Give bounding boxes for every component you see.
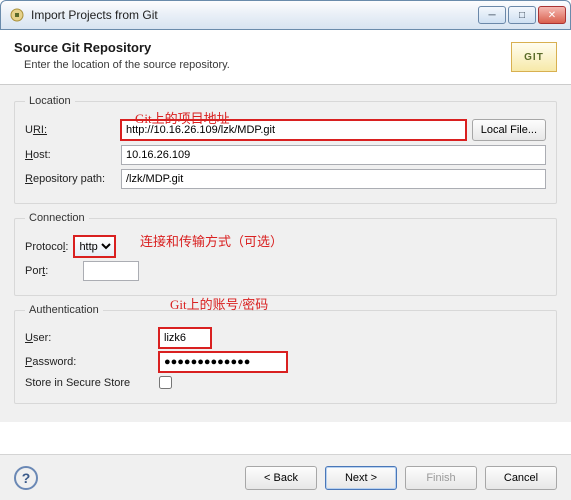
- app-icon: [9, 7, 25, 23]
- finish-button: Finish: [405, 466, 477, 490]
- window-title: Import Projects from Git: [31, 8, 478, 22]
- wizard-header: Source Git Repository Enter the location…: [0, 30, 571, 85]
- back-button[interactable]: < Back: [245, 466, 317, 490]
- protocol-label: Protocol:: [25, 241, 68, 253]
- location-legend: Location: [25, 95, 75, 107]
- user-label: User:: [25, 332, 153, 344]
- port-label: Port:: [25, 265, 77, 277]
- authentication-legend: Authentication: [25, 304, 103, 316]
- port-input[interactable]: [83, 261, 139, 281]
- host-label: Host:: [25, 149, 115, 161]
- page-subtitle: Enter the location of the source reposit…: [14, 59, 511, 71]
- cancel-button[interactable]: Cancel: [485, 466, 557, 490]
- wizard-footer: ? < Back Next > Finish Cancel: [0, 454, 571, 500]
- store-secure-checkbox[interactable]: [159, 376, 172, 389]
- close-button[interactable]: ✕: [538, 6, 566, 24]
- authentication-group: Authentication User: Password: Store in …: [14, 304, 557, 404]
- help-icon[interactable]: ?: [14, 466, 38, 490]
- host-input[interactable]: [121, 145, 546, 165]
- next-button[interactable]: Next >: [325, 466, 397, 490]
- wizard-body: Location URI: Local File... Host: Reposi…: [0, 85, 571, 422]
- connection-legend: Connection: [25, 212, 89, 224]
- page-title: Source Git Repository: [14, 40, 511, 55]
- uri-label: URI:: [25, 124, 115, 136]
- user-input[interactable]: [159, 328, 211, 348]
- connection-group: Connection Protocol: http Port:: [14, 212, 557, 296]
- repo-path-label: Repository path:: [25, 173, 115, 185]
- password-label: Password:: [25, 356, 153, 368]
- location-group: Location URI: Local File... Host: Reposi…: [14, 95, 557, 204]
- local-file-button[interactable]: Local File...: [472, 119, 546, 141]
- password-input[interactable]: [159, 352, 287, 372]
- uri-input[interactable]: [121, 120, 466, 140]
- store-label: Store in Secure Store: [25, 377, 153, 389]
- minimize-button[interactable]: ─: [478, 6, 506, 24]
- protocol-select[interactable]: http: [74, 236, 115, 257]
- maximize-button[interactable]: □: [508, 6, 536, 24]
- titlebar: Import Projects from Git ─ □ ✕: [0, 0, 571, 30]
- git-logo-icon: GIT: [511, 42, 557, 72]
- repo-path-input[interactable]: [121, 169, 546, 189]
